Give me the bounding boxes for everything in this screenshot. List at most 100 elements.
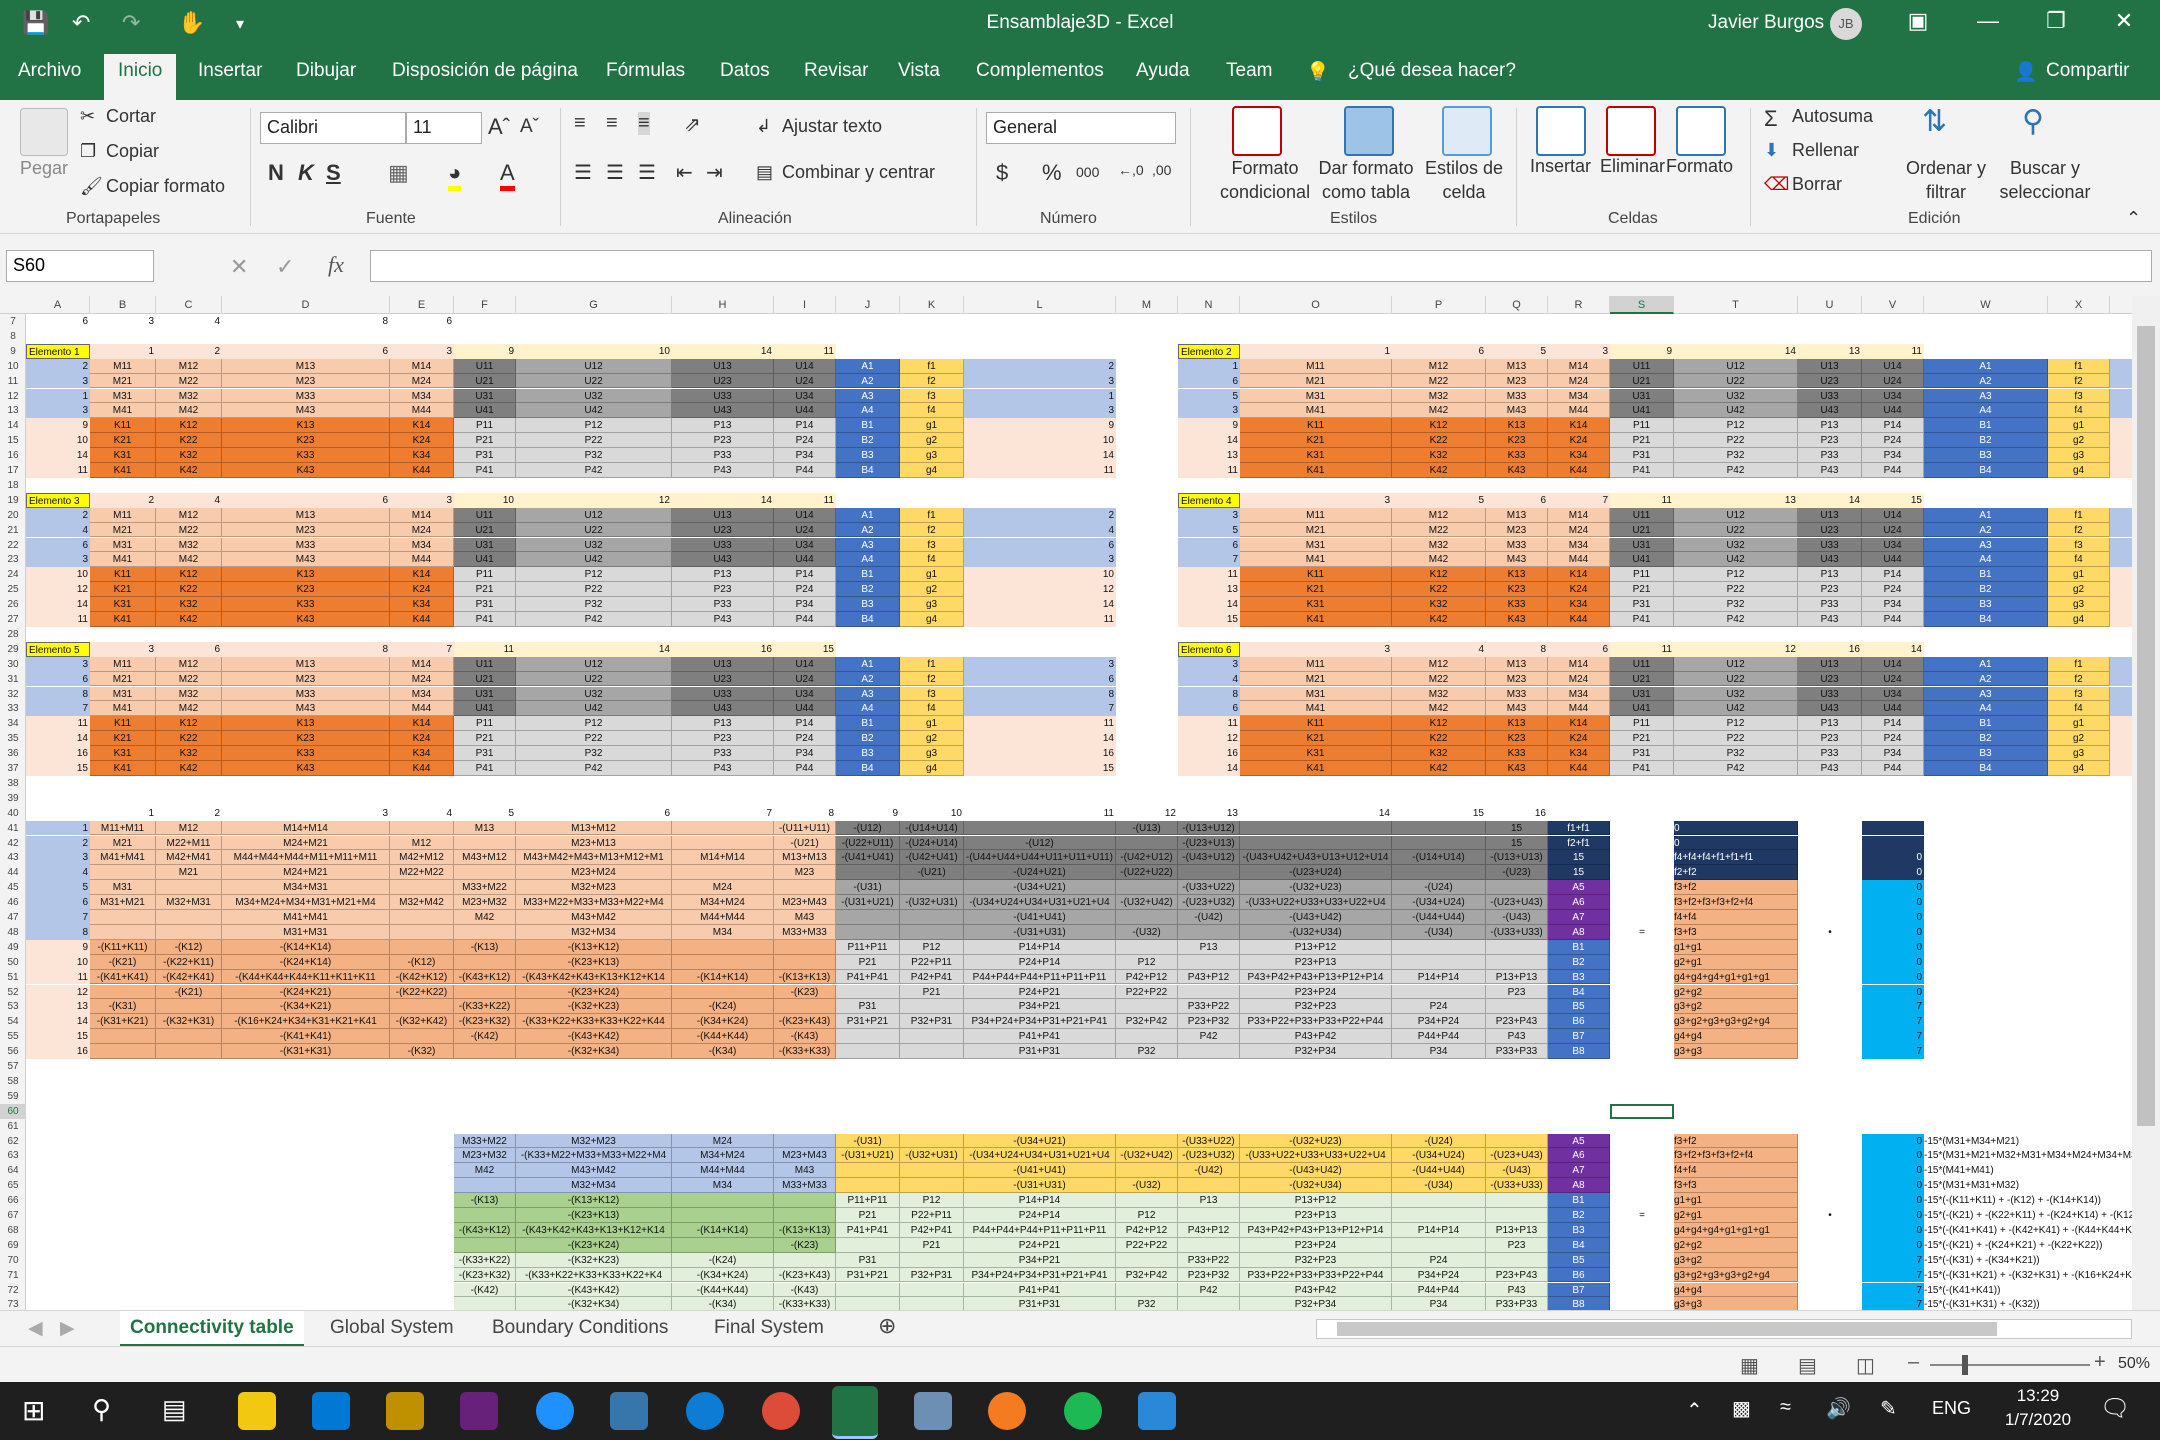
row-header[interactable]: 9	[0, 344, 26, 359]
cell[interactable]	[1486, 1193, 1548, 1208]
cell[interactable]: 14	[672, 492, 774, 508]
cell[interactable]: K42	[156, 761, 222, 776]
cell[interactable]: A4	[1924, 403, 2048, 419]
cell[interactable]	[1392, 835, 1486, 851]
cell[interactable]: B8	[1548, 1044, 1610, 1059]
cell[interactable]: 12	[1178, 731, 1240, 747]
cell[interactable]: -(U34+U24+U34+U31+U21+U4	[964, 1148, 1116, 1164]
cell[interactable]	[672, 939, 774, 955]
cell[interactable]: -(K23+K32)	[454, 1267, 516, 1283]
cell[interactable]: M31	[1240, 537, 1392, 553]
cell[interactable]: U14	[1862, 358, 1924, 374]
cell[interactable]	[1116, 835, 1178, 851]
cell[interactable]: 15	[1392, 806, 1486, 821]
cell[interactable]: 5	[454, 806, 516, 821]
share-icon[interactable]: 👤	[2014, 60, 2038, 84]
cell[interactable]: 15	[1486, 820, 1548, 836]
cell[interactable]: 2	[156, 806, 222, 821]
cell[interactable]: P31	[1610, 448, 1674, 463]
cell[interactable]: 7	[390, 641, 454, 657]
cell[interactable]	[672, 1193, 774, 1208]
cell[interactable]: K24	[1548, 433, 1610, 449]
cell[interactable]: 5	[1178, 388, 1240, 404]
cell[interactable]: 3	[2110, 656, 2132, 672]
tab-archivo[interactable]: Archivo	[18, 60, 81, 82]
cell[interactable]: A1	[1924, 507, 2048, 523]
cell[interactable]: M34	[1548, 686, 1610, 702]
cell[interactable]: 10	[964, 433, 1116, 449]
underline-icon[interactable]: S	[326, 160, 341, 186]
cell[interactable]: U11	[454, 507, 516, 523]
cell[interactable]: P21	[454, 433, 516, 449]
cell[interactable]: K33	[222, 448, 390, 463]
cell[interactable]	[672, 954, 774, 970]
cell[interactable]: M21	[90, 373, 156, 389]
cell[interactable]: -(U43)	[1486, 910, 1548, 925]
element-label[interactable]: Elemento 1	[26, 343, 90, 359]
cell[interactable]: B1	[836, 716, 900, 732]
cell[interactable]: 3	[964, 403, 1116, 419]
cell[interactable]: g4	[900, 761, 964, 776]
cell[interactable]: K11	[90, 716, 156, 732]
cell[interactable]: B4	[836, 612, 900, 627]
cell[interactable]: P43+P42	[1240, 1029, 1392, 1045]
cell[interactable]: -(K11+K11)	[90, 939, 156, 955]
cell[interactable]: P44+P44	[1392, 1282, 1486, 1298]
page-layout-icon[interactable]: ▤	[1798, 1353, 1817, 1378]
cell[interactable]: K13	[222, 716, 390, 732]
cell[interactable]: P14+P14	[1392, 969, 1486, 985]
cell[interactable]: U23	[672, 671, 774, 687]
cell[interactable]: 6	[1486, 492, 1548, 508]
cell[interactable]: 15	[26, 1029, 90, 1045]
cell[interactable]: -(K23)	[774, 984, 836, 1000]
cell[interactable]: 12	[26, 984, 90, 1000]
sheet-tab-boundary[interactable]: Boundary Conditions	[492, 1317, 668, 1339]
cell[interactable]: U12	[1674, 358, 1798, 374]
cell[interactable]: M41	[90, 552, 156, 568]
cell[interactable]: A1	[1924, 358, 2048, 374]
cell[interactable]: 9	[1610, 343, 1674, 359]
cell[interactable]: 15	[26, 761, 90, 776]
cell[interactable]: P31+P31	[964, 1044, 1116, 1059]
cell[interactable]: P22	[516, 582, 672, 598]
spotify-icon[interactable]	[1064, 1392, 1102, 1430]
cell[interactable]: 7	[1862, 1029, 1924, 1045]
cell[interactable]: -(U23+U43)	[1486, 1148, 1548, 1164]
cell[interactable]: P13	[672, 418, 774, 434]
cell[interactable]: -15*(-(K31+K31) + -(K32))	[1924, 1297, 2132, 1310]
tab-disposicion[interactable]: Disposición de página	[392, 60, 578, 82]
cell[interactable]: P11	[454, 567, 516, 583]
cell[interactable]: f3+f3	[1674, 1178, 1798, 1194]
cell[interactable]	[836, 1237, 900, 1253]
row-header[interactable]: 63	[0, 1148, 26, 1163]
element-label[interactable]: Elemento 4	[1178, 492, 1240, 508]
cell[interactable]: 11	[1178, 567, 1240, 583]
cell[interactable]: 16	[1798, 641, 1862, 657]
cell[interactable]: U11	[454, 656, 516, 672]
cell[interactable]: M41	[1240, 552, 1392, 568]
cell[interactable]: P22+P22	[1116, 1237, 1178, 1253]
cell[interactable]: K24	[390, 731, 454, 747]
column-header[interactable]: A	[26, 296, 90, 314]
cell[interactable]: -(K34+K24)	[672, 1014, 774, 1030]
cell[interactable]: U13	[1798, 656, 1862, 672]
cell[interactable]	[156, 880, 222, 896]
cell[interactable]: f3+f3	[1674, 924, 1798, 940]
cell[interactable]: M14	[390, 507, 454, 523]
cell[interactable]: 14	[2110, 761, 2132, 776]
cell[interactable]: P42	[1674, 463, 1798, 478]
cell[interactable]: M34	[672, 924, 774, 940]
row-header[interactable]: 33	[0, 701, 26, 716]
cell[interactable]	[1178, 865, 1240, 881]
cell[interactable]: P24+P21	[964, 1237, 1116, 1253]
cell[interactable]: -(U22+U11)	[836, 835, 900, 851]
cell[interactable]: -(K44+K44)	[672, 1029, 774, 1045]
cell[interactable]: g3	[900, 597, 964, 612]
cell[interactable]: M43	[774, 1163, 836, 1179]
cell[interactable]: K31	[90, 448, 156, 463]
cell[interactable]: P42+P41	[900, 969, 964, 985]
wrap-text-icon[interactable]: ↲	[756, 116, 771, 137]
clear-button[interactable]: Borrar	[1792, 174, 1842, 195]
cell[interactable]: -(U31+U21)	[836, 895, 900, 910]
cell[interactable]: P42+P12	[1116, 1222, 1178, 1238]
